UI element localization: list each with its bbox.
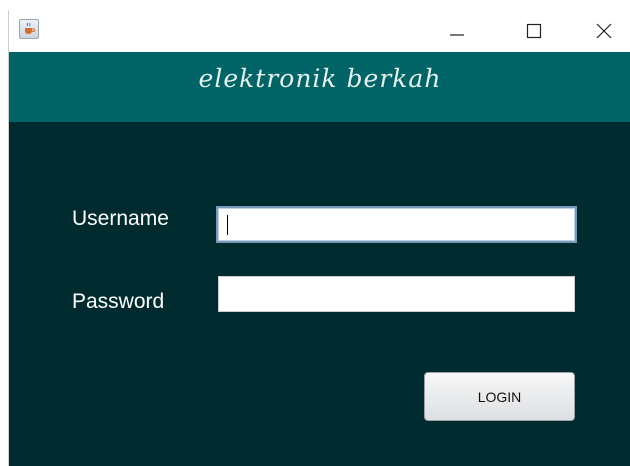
password-label: Password xyxy=(72,290,165,313)
text-caret xyxy=(227,215,228,235)
close-icon[interactable] xyxy=(584,18,624,44)
app-title: elektronik berkah xyxy=(198,64,442,93)
app-window: elektronik berkah Username Password LOGI… xyxy=(8,10,630,466)
title-bar[interactable] xyxy=(9,10,630,52)
username-field[interactable] xyxy=(216,206,577,243)
login-button[interactable]: LOGIN xyxy=(424,372,575,421)
header-banner: elektronik berkah xyxy=(9,52,630,122)
password-field[interactable] xyxy=(218,276,575,312)
username-label: Username xyxy=(72,207,169,230)
minimize-icon[interactable] xyxy=(437,18,477,44)
java-cup-icon[interactable] xyxy=(19,19,39,39)
login-panel: Username Password LOGIN xyxy=(9,122,630,466)
maximize-icon[interactable] xyxy=(514,18,554,44)
